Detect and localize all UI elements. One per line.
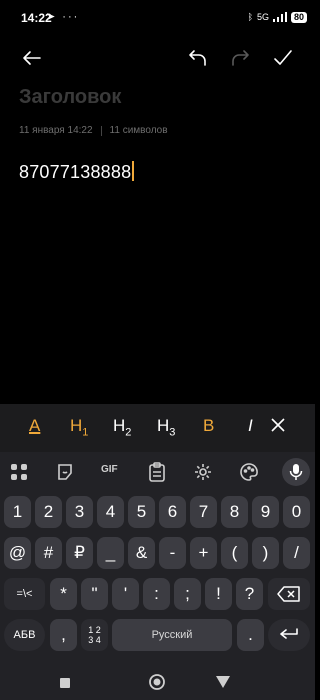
key-9[interactable]: 9: [252, 496, 279, 528]
system-nav-bar: [0, 665, 315, 700]
keyboard: GIF 1 2 3 4 5 6 7 8 9 0 @ # ₽ _ & - + ( …: [0, 452, 315, 700]
palette-icon[interactable]: [240, 463, 258, 481]
more-icon: ···: [62, 11, 80, 23]
keyboard-tool-row: GIF: [0, 458, 315, 490]
key-6[interactable]: 6: [159, 496, 186, 528]
heading2-button[interactable]: H2: [113, 416, 131, 438]
key-8[interactable]: 8: [221, 496, 248, 528]
checkmark-icon: [274, 50, 292, 65]
key-5[interactable]: 5: [128, 496, 155, 528]
key-comma[interactable]: ,: [50, 619, 77, 651]
settings-gear-icon[interactable]: [194, 463, 212, 481]
heading1-button[interactable]: H1: [70, 416, 88, 438]
key-hash[interactable]: #: [35, 537, 62, 569]
key-7[interactable]: 7: [190, 496, 217, 528]
key-4[interactable]: 4: [97, 496, 124, 528]
back-button[interactable]: [20, 46, 44, 70]
sticker-icon[interactable]: [56, 463, 74, 481]
status-left-icons: ➤ ···: [46, 10, 79, 23]
note-body-text: 87077138888: [19, 162, 132, 182]
key-exclamation[interactable]: !: [205, 578, 232, 610]
key-underscore[interactable]: _: [97, 537, 124, 569]
heading2-label: H: [113, 416, 126, 435]
undo-icon: [189, 50, 206, 66]
key-0[interactable]: 0: [283, 496, 310, 528]
numpad-key[interactable]: 1 2 3 4: [81, 619, 108, 651]
note-title-field[interactable]: Заголовок: [19, 86, 121, 109]
close-format-button[interactable]: [270, 417, 286, 438]
back-triangle-icon[interactable]: [215, 675, 231, 689]
heading3-sub: 3: [169, 426, 176, 439]
key-minus[interactable]: -: [159, 537, 186, 569]
note-meta: 11 января 14:22 11 символов: [19, 125, 168, 136]
heading3-label: H: [157, 416, 170, 435]
space-key[interactable]: Русский: [112, 619, 232, 651]
apps-grid-icon[interactable]: [10, 463, 28, 481]
redo-button[interactable]: [228, 46, 252, 70]
italic-button[interactable]: I: [248, 416, 253, 436]
key-1[interactable]: 1: [4, 496, 31, 528]
meta-divider: [100, 125, 102, 136]
save-button[interactable]: [271, 46, 295, 70]
key-2[interactable]: 2: [35, 496, 62, 528]
backspace-icon: [277, 586, 300, 602]
key-period[interactable]: .: [237, 619, 264, 651]
text-style-button[interactable]: A: [29, 416, 40, 436]
backspace-key[interactable]: [268, 578, 310, 610]
clipboard-icon[interactable]: [148, 462, 166, 482]
key-single-quote[interactable]: ': [112, 578, 139, 610]
undo-button[interactable]: [186, 46, 210, 70]
text-style-label: A: [29, 416, 41, 435]
battery-icon: 80: [290, 11, 307, 23]
key-at[interactable]: @: [4, 537, 31, 569]
text-cursor: [132, 161, 134, 181]
gif-button[interactable]: GIF: [101, 464, 118, 475]
home-circle-icon[interactable]: [148, 673, 166, 691]
numpad-key-bottom: 3 4: [88, 635, 101, 645]
enter-arrow-icon: [280, 628, 298, 639]
heading1-sub: 1: [82, 426, 89, 439]
key-ampersand[interactable]: &: [128, 537, 155, 569]
redo-icon: [232, 50, 249, 66]
back-arrow-icon: [23, 51, 41, 65]
heading3-button[interactable]: H3: [157, 416, 175, 438]
heading1-label: H: [70, 416, 83, 435]
key-asterisk[interactable]: *: [50, 578, 77, 610]
key-paren-close[interactable]: ): [252, 537, 279, 569]
status-right-icons: ᛒ 5G 80: [248, 10, 307, 24]
bold-button[interactable]: B: [203, 416, 214, 436]
key-question[interactable]: ?: [236, 578, 263, 610]
key-double-quote[interactable]: ": [81, 578, 108, 610]
telegram-icon: ➤: [46, 11, 58, 23]
enter-key[interactable]: [268, 619, 310, 651]
language-abc-key[interactable]: АБВ: [4, 619, 45, 651]
key-plus[interactable]: +: [190, 537, 217, 569]
format-toolbar: A H1 H2 H3 B I: [0, 404, 315, 452]
note-char-count: 11 символов: [109, 125, 168, 136]
note-body-field[interactable]: 87077138888: [19, 161, 134, 183]
close-icon: [271, 418, 285, 432]
key-slash[interactable]: /: [283, 537, 310, 569]
heading2-sub: 2: [125, 426, 132, 439]
key-ruble[interactable]: ₽: [66, 537, 93, 569]
key-3[interactable]: 3: [66, 496, 93, 528]
signal-icon: [272, 12, 287, 22]
network-type-label: 5G: [256, 12, 269, 22]
key-paren-open[interactable]: (: [221, 537, 248, 569]
key-colon[interactable]: :: [143, 578, 170, 610]
note-date: 11 января 14:22: [19, 125, 93, 136]
voice-input-button[interactable]: [282, 458, 310, 486]
numpad-key-top: 1 2: [88, 625, 101, 635]
more-symbols-key[interactable]: =\<: [4, 578, 45, 610]
microphone-icon: [289, 464, 303, 480]
bluetooth-icon: ᛒ: [247, 12, 253, 22]
status-bar: 14:22 ➤ ··· ᛒ 5G 80: [0, 0, 315, 34]
key-semicolon[interactable]: ;: [174, 578, 201, 610]
recents-square-icon[interactable]: [58, 676, 72, 690]
